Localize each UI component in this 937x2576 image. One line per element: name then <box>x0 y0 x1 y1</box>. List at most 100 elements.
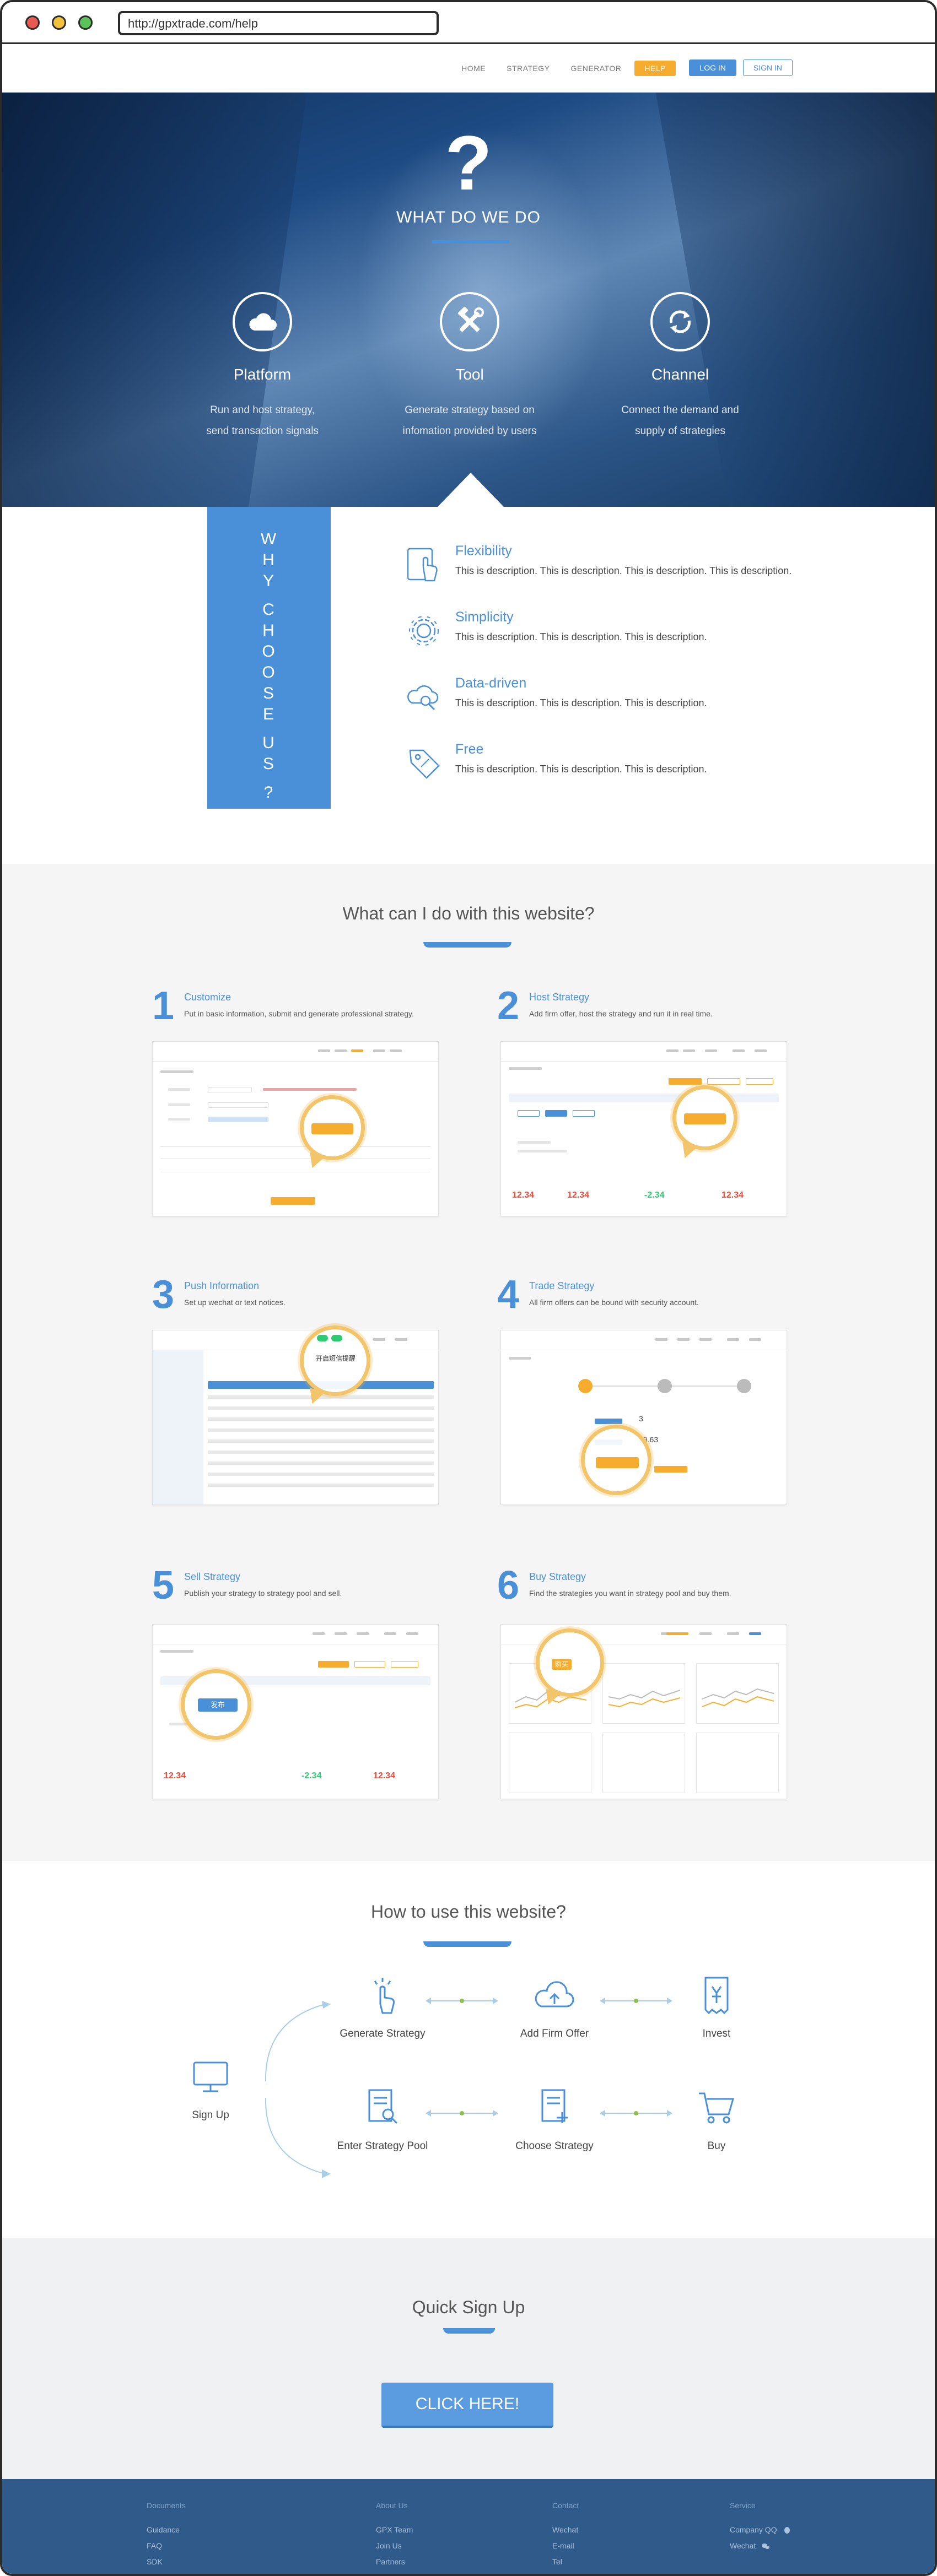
mock-row <box>208 1451 434 1454</box>
footer-link[interactable]: Wechat <box>552 2522 674 2538</box>
feature-desc: Generate strategy based on infomation pr… <box>370 400 569 442</box>
band-letter: S <box>262 684 275 702</box>
footer-link[interactable]: Join Us <box>376 2538 497 2554</box>
nav-strategy[interactable]: STRATEGY <box>499 61 557 76</box>
mock-return: 12.34 <box>721 1190 744 1200</box>
mock-card <box>696 1733 779 1793</box>
url-bar[interactable]: http://gpxtrade.com/help <box>118 11 439 35</box>
footer-link[interactable]: FAQ <box>147 2538 268 2554</box>
mock-select <box>208 1117 268 1122</box>
section-title: What can I do with this website? <box>342 903 595 923</box>
mock-topbar <box>153 1330 438 1350</box>
flow-label: Buy <box>707 2140 726 2152</box>
section-title: How to use this website? <box>371 1902 566 1922</box>
browser-window: http://gpxtrade.com/help HOME STRATEGY G… <box>0 0 937 2576</box>
signin-button[interactable]: SIGN IN <box>742 59 793 76</box>
band-letter: S <box>262 755 275 773</box>
close-window-button[interactable] <box>25 15 40 30</box>
step-number: 1 <box>152 984 175 1028</box>
mock-line <box>263 1088 357 1091</box>
zoom-callout <box>581 1425 651 1495</box>
mock-submit <box>271 1197 315 1205</box>
minimize-window-button[interactable] <box>52 15 66 30</box>
band-letter: Y <box>262 572 275 590</box>
maximize-window-button[interactable] <box>78 15 93 30</box>
band-letter: C <box>262 600 276 619</box>
why-item-desc: This is description. This is description… <box>455 631 707 642</box>
nav-home[interactable]: HOME <box>454 61 493 76</box>
mock-tabs <box>509 1094 779 1102</box>
feature-tool: Tool Generate strategy based on infomati… <box>370 292 569 442</box>
tablet-touch-icon <box>407 548 438 582</box>
footer-link[interactable]: Tel <box>552 2554 674 2570</box>
question-mark-icon: ? <box>445 120 492 206</box>
mock-sidebar <box>153 1350 203 1505</box>
band-spacer <box>207 592 331 599</box>
feature-title: Channel <box>651 366 709 383</box>
step-desc: Find the strategies you want in strategy… <box>529 1589 731 1598</box>
screenshot-push-information <box>152 1330 439 1505</box>
why-item-desc: This is description. This is description… <box>455 764 707 775</box>
step-desc: Set up wechat or text notices. <box>184 1298 286 1307</box>
mock-return: -2.34 <box>644 1190 665 1200</box>
footer-link[interactable]: E-mail <box>552 2538 674 2554</box>
zoom-callout <box>672 1085 737 1161</box>
flow-arrow <box>426 1998 498 2004</box>
mock-line <box>518 1150 567 1152</box>
mock-return: 12.34 <box>567 1190 590 1200</box>
click-here-button[interactable]: CLICK HERE! <box>381 2383 553 2428</box>
mock-line <box>509 1067 542 1070</box>
publish-mock-button: 发布 <box>198 1698 238 1712</box>
footer-link-label: Company QQ <box>730 2525 777 2534</box>
flow-label: Add Firm Offer <box>520 2028 589 2039</box>
mock-topbar <box>501 1330 787 1350</box>
step-title: Customize <box>184 992 231 1003</box>
flow-enter-strategy-pool: Enter Strategy Pool <box>322 2086 443 2152</box>
step-title: Push Information <box>184 1280 260 1291</box>
feature-channel: Channel Connect the demand and supply of… <box>581 292 779 442</box>
band-letter: W <box>260 530 278 548</box>
step-number: 4 <box>497 1273 520 1317</box>
feature-desc-line: Generate strategy based on <box>405 404 535 416</box>
step-title: Sell Strategy <box>184 1571 241 1582</box>
why-item-desc: This is description. This is description… <box>455 697 707 708</box>
mock-topbar <box>153 1625 438 1644</box>
mock-tag <box>518 1110 540 1117</box>
hero-pointer <box>438 473 504 507</box>
doc-plus-icon <box>541 2089 568 2123</box>
nav-help[interactable]: HELP <box>634 61 676 76</box>
screenshot-customize <box>152 1041 439 1216</box>
mock-tag <box>545 1110 567 1117</box>
footer-link[interactable]: GPX Team <box>376 2522 497 2538</box>
footer-link-wechat[interactable]: Wechat <box>730 2538 851 2554</box>
mock-card <box>509 1733 591 1793</box>
footer-link[interactable]: SDK <box>147 2554 268 2570</box>
flow-label: Sign Up <box>192 2109 229 2121</box>
screenshot-host-strategy: 12.34 12.34 -2.34 12.34 <box>500 1041 787 1216</box>
how-to-use-section: How to use this website? Sign Up Generat… <box>2 1861 935 2238</box>
footer-heading: About Us <box>376 2501 408 2510</box>
mock-row <box>208 1406 434 1410</box>
feature-desc: Run and host strategy, send transaction … <box>163 400 362 442</box>
mock-button <box>746 1078 773 1085</box>
footer: Documents Guidance FAQ SDK About Us GPX … <box>2 2479 935 2574</box>
mock-line <box>160 1070 193 1073</box>
step-title: Host Strategy <box>529 992 590 1003</box>
mock-topbar <box>501 1042 787 1062</box>
footer-link[interactable]: Partners <box>376 2554 497 2570</box>
band-spacer <box>207 775 331 782</box>
mock-return: 12.34 <box>164 1771 186 1781</box>
why-choose-band: W H Y C H O O S E U S ? <box>207 507 331 809</box>
flow-arrow <box>426 2110 498 2117</box>
footer-link-company-qq[interactable]: Company QQ <box>730 2522 851 2538</box>
footer-heading: Documents <box>147 2501 186 2510</box>
step-number: 5 <box>152 1563 175 1608</box>
feature-desc: Connect the demand and supply of strateg… <box>581 400 779 442</box>
step-desc: Put in basic information, submit and gen… <box>184 1009 414 1018</box>
flow-label: Invest <box>702 2028 731 2039</box>
login-button[interactable]: LOG IN <box>689 59 736 76</box>
mock-step-dot <box>658 1379 672 1393</box>
mock-row <box>208 1484 434 1487</box>
nav-generator[interactable]: GENERATOR <box>563 61 629 76</box>
footer-link[interactable]: Guidance <box>147 2522 268 2538</box>
